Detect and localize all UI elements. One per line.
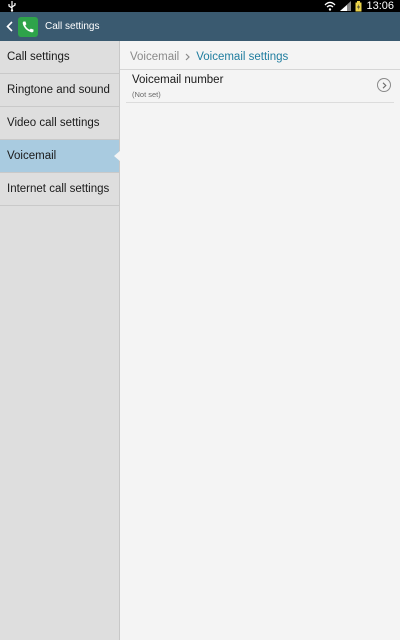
chevron-right-icon [185, 53, 191, 61]
sidebar-item-internet-call-settings[interactable]: Internet call settings [0, 173, 119, 206]
sidebar-item-label: Video call settings [7, 117, 100, 129]
wifi-icon [325, 1, 336, 11]
divider [126, 102, 394, 103]
sidebar-item-label: Internet call settings [7, 183, 110, 195]
sidebar: Call settings Ringtone and sound Video c… [0, 41, 121, 640]
battery-icon [355, 0, 362, 11]
sidebar-item-call-settings[interactable]: Call settings [0, 41, 119, 74]
usb-icon [8, 1, 16, 12]
status-icons: 13:06 [324, 0, 394, 12]
breadcrumb-parent[interactable]: Voicemail [130, 51, 179, 63]
status-bar: 13:06 [0, 0, 400, 12]
sidebar-item-label: Voicemail [7, 150, 57, 162]
sidebar-item-label: Ringtone and sound [7, 84, 110, 96]
back-icon[interactable] [2, 12, 16, 41]
chevron-circle-right-icon [377, 78, 391, 92]
sidebar-item-video-call-settings[interactable]: Video call settings [0, 107, 119, 140]
action-bar-title: Call settings [45, 21, 100, 32]
status-time: 13:06 [366, 0, 394, 12]
sidebar-item-label: Call settings [7, 51, 70, 63]
voicemail-number-row[interactable]: Voicemail number (Not set) [120, 70, 396, 102]
main-content: Voicemail Voicemail settings Voicemail n… [120, 41, 400, 640]
setting-title: Voicemail number [132, 74, 224, 86]
breadcrumb: Voicemail Voicemail settings [130, 51, 288, 63]
signal-icon [340, 1, 352, 11]
action-bar: Call settings [0, 12, 400, 41]
breadcrumb-current: Voicemail settings [196, 51, 289, 63]
sidebar-item-ringtone-and-sound[interactable]: Ringtone and sound [0, 74, 119, 107]
sidebar-item-voicemail[interactable]: Voicemail [0, 140, 121, 173]
setting-subtitle: (Not set) [132, 90, 161, 99]
phone-app-icon[interactable] [18, 16, 38, 37]
